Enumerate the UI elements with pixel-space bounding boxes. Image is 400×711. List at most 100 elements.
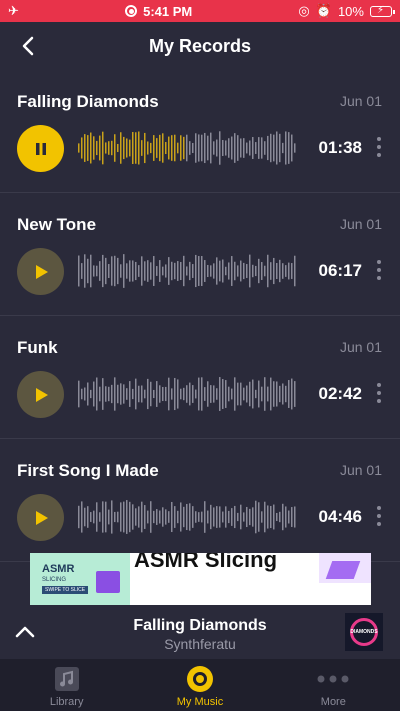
waveform-bar [144,132,146,164]
waveform-bar [282,142,284,154]
waveform-bar [111,384,113,404]
waveform-bar [195,389,197,399]
ad-banner[interactable]: ASMR SLICING SWIPE TO SLICE ASMR Slicing [30,553,371,605]
waveform-bar [141,385,143,403]
tab-bar: Library My Music More [0,659,400,711]
waveform-bar [87,506,89,528]
waveform-bar [150,501,152,533]
waveform-bar [234,133,236,163]
waveform-bar [123,384,125,404]
waveform-bar [183,387,185,401]
more-options-button[interactable] [372,380,386,406]
waveform[interactable] [78,130,298,166]
waveform-bar [240,504,242,530]
waveform-bar [285,506,287,528]
waveform-bar [126,263,128,279]
record-item[interactable]: Funk Jun 01 02:42 [0,316,400,439]
waveform-bar [219,260,221,282]
tab-library[interactable]: Library [0,659,133,711]
waveform-bar [150,381,152,407]
waveform-bar [204,387,206,401]
waveform-bar [132,388,134,400]
waveform-bar [147,141,149,155]
waveform-bar [144,389,146,399]
waveform-bar [276,512,278,522]
waveform-bar [249,508,251,526]
waveform-bar [282,503,284,531]
waveform-bar [87,258,89,284]
more-options-button[interactable] [372,257,386,283]
waveform-bar [267,135,269,161]
waveform-bar [285,385,287,403]
play-button[interactable] [17,371,64,418]
waveform-bar [186,503,188,531]
waveform-bar [168,136,170,160]
waveform-bar [93,510,95,524]
waveform-bar [195,133,197,163]
more-options-button[interactable] [372,503,386,529]
waveform-bar [141,501,143,533]
waveform-bar [279,511,281,523]
more-options-button[interactable] [372,134,386,160]
play-button[interactable] [17,248,64,295]
waveform-bar [120,132,122,164]
ad-cube-graphic [96,571,120,593]
album-art: DIAMONDS [345,613,383,651]
waveform-bar [270,262,272,280]
waveform-bar [243,138,245,158]
waveform-bar [165,264,167,278]
waveform-bar [81,137,83,159]
waveform-bar [210,132,212,164]
waveform-bar [198,512,200,522]
record-duration: 06:17 [318,261,362,280]
waveform-bar [201,511,203,523]
record-date: Jun 01 [339,339,382,355]
play-button[interactable] [17,494,64,541]
waveform-bar [255,265,257,277]
waveform-bar [279,385,281,403]
waveform-bar [108,509,110,525]
waveform-bar [192,142,194,154]
waveform-bar [96,265,98,277]
waveform-bar [129,260,131,282]
waveform-bar [168,377,170,411]
waveform[interactable] [78,376,298,412]
waveform-bar [252,137,254,159]
waveform-bar [240,260,242,282]
waveform[interactable] [78,499,298,535]
waveform-bar [255,142,257,154]
waveform-bar [114,134,116,162]
waveform-bar [132,504,134,530]
waveform-bar [225,380,227,408]
waveform-bar [264,377,266,411]
waveform-bar [138,131,140,165]
waveform-bar [111,140,113,156]
pause-button[interactable] [17,125,64,172]
waveform-bar [87,135,89,161]
waveform-bar [240,138,242,158]
tab-more[interactable]: More [267,659,400,711]
waveform-bar [138,265,140,277]
waveform-bar [168,257,170,285]
waveform-bar [270,505,272,529]
waveform-bar [171,388,173,400]
waveform-bar [153,510,155,524]
record-item[interactable]: First Song I Made Jun 01 04:46 [0,439,400,562]
alarm-icon: ⏰ [315,3,332,18]
now-playing-bar[interactable]: Falling Diamonds Synthferatu DIAMONDS [0,605,400,659]
waveform-bar [261,511,263,523]
waveform-bar [96,140,98,156]
record-item[interactable]: New Tone Jun 01 06:17 [0,193,400,316]
waveform-bar [225,506,227,528]
waveform-bar [96,377,98,411]
waveform[interactable] [78,253,298,289]
waveform-bar [156,381,158,407]
waveform-bar [234,261,236,281]
waveform-bar [258,258,260,284]
waveform-bar [135,261,137,281]
back-button[interactable] [14,32,42,60]
battery-icon: ⚡ [369,5,395,17]
record-item[interactable]: Falling Diamonds Jun 01 01:38 [0,70,400,193]
tab-my-music[interactable]: My Music [133,659,266,711]
waveform-bar [264,141,266,155]
